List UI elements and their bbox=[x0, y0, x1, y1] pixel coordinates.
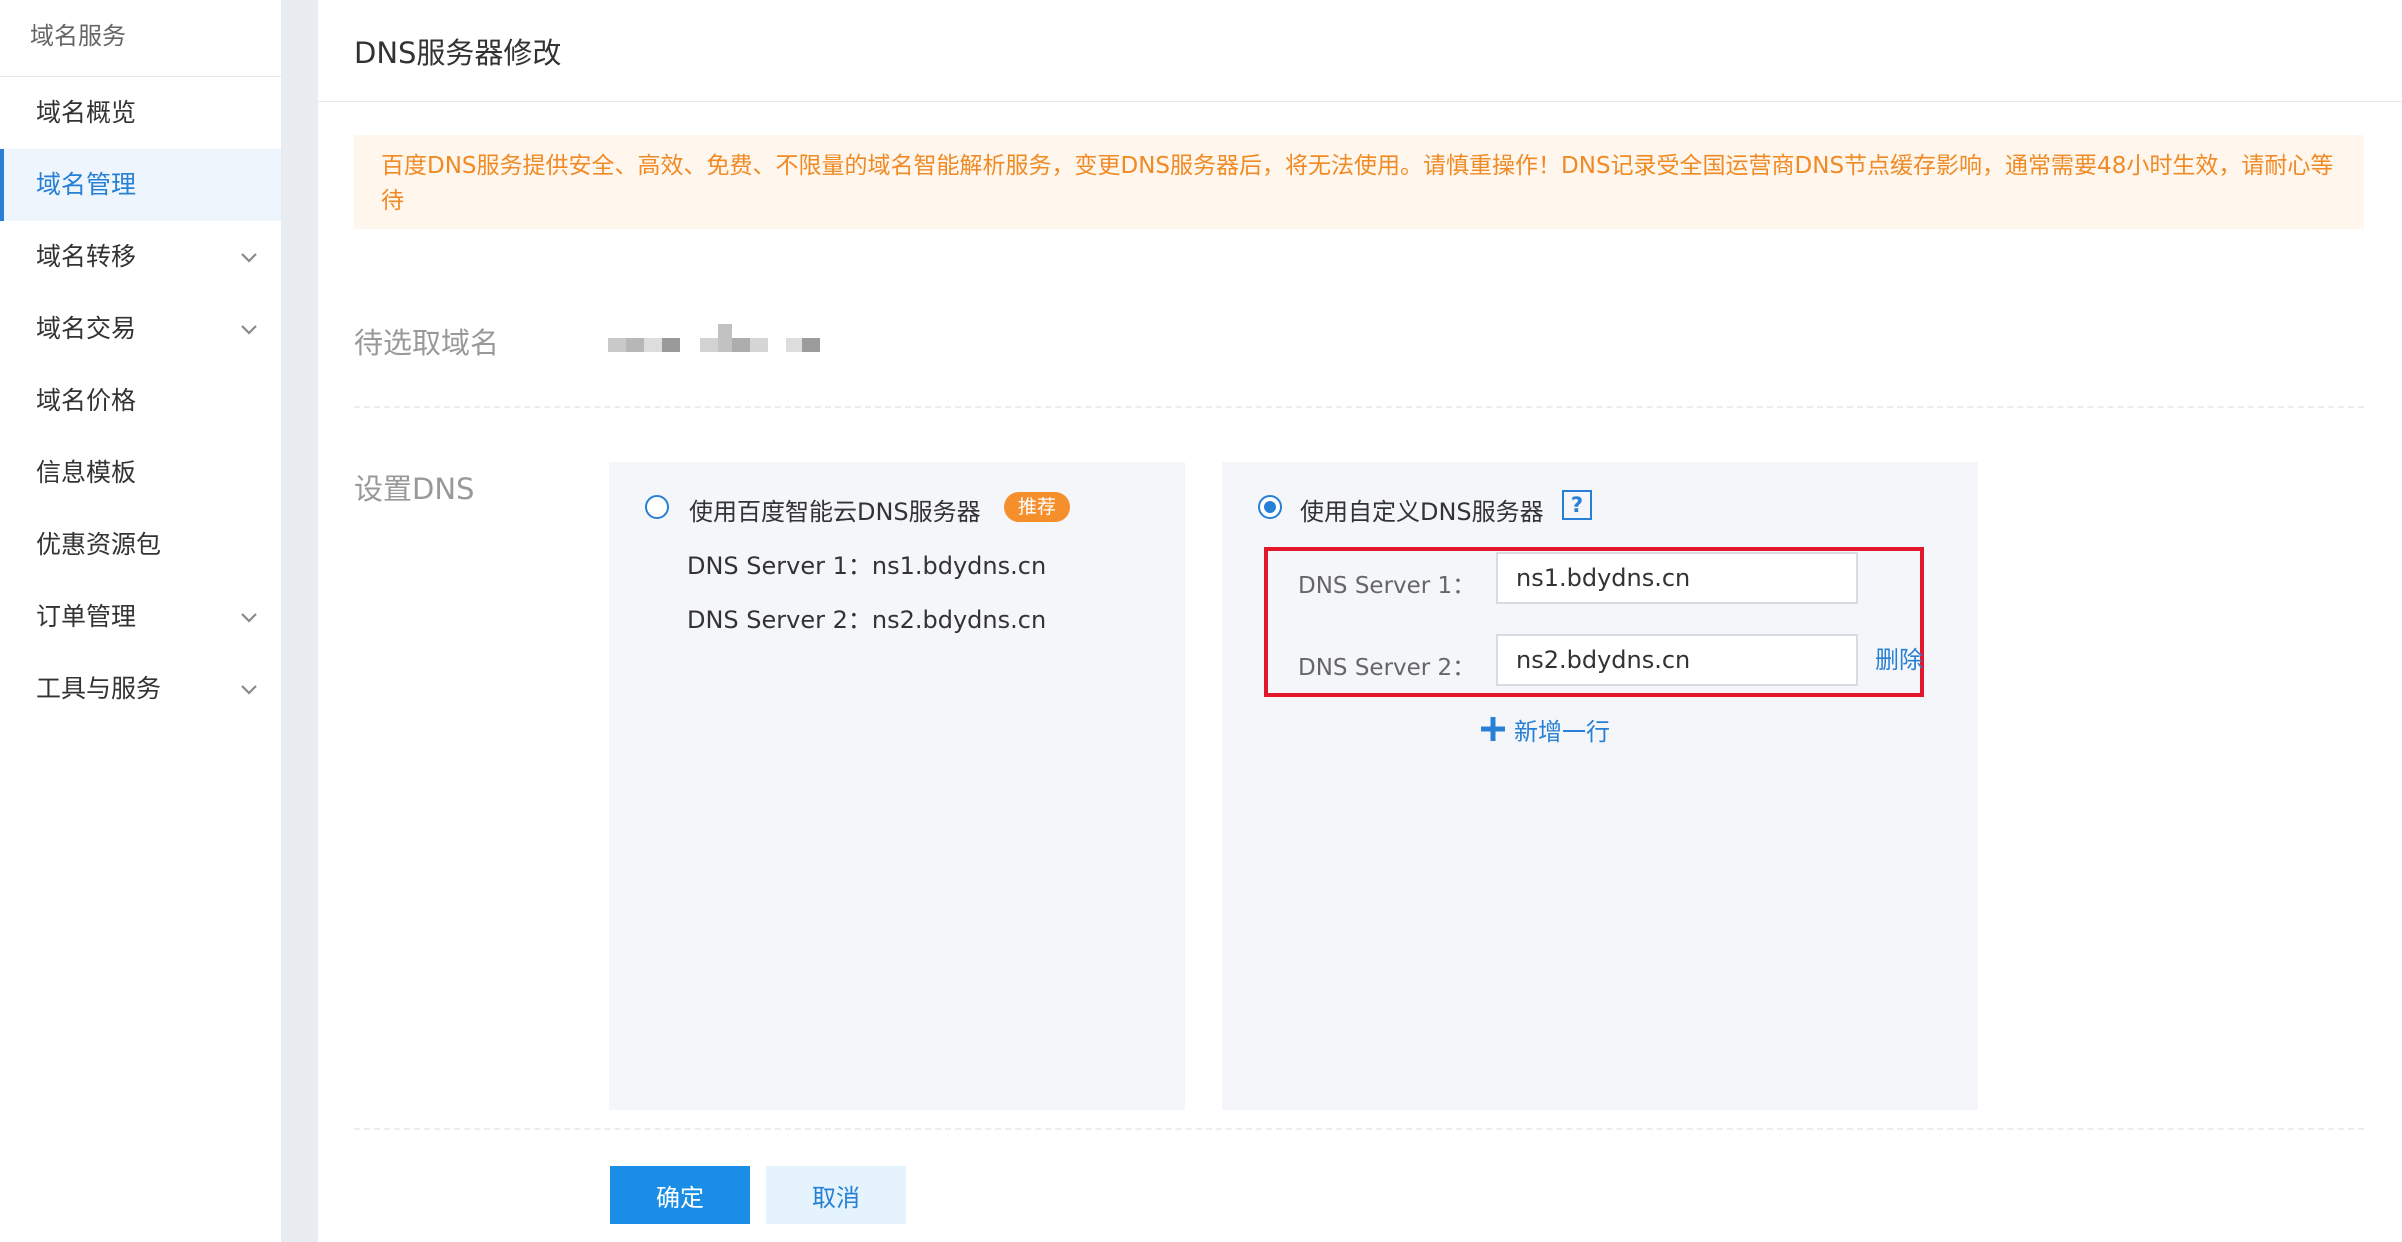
page-title: DNS服务器修改 bbox=[318, 0, 2402, 102]
confirm-button[interactable]: 确定 bbox=[610, 1166, 750, 1224]
sidebar-item-label: 域名价格 bbox=[36, 386, 137, 415]
sidebar-nav: 域名概览域名管理域名转移域名交易域名价格信息模板优惠资源包订单管理工具与服务 bbox=[0, 77, 281, 725]
sidebar-item[interactable]: 域名管理 bbox=[0, 149, 281, 221]
sidebar-item[interactable]: 工具与服务 bbox=[0, 653, 281, 725]
sidebar-item-label: 域名管理 bbox=[36, 170, 137, 199]
custom-dns-radio[interactable] bbox=[1258, 495, 1282, 519]
custom-dns-server-1-label: DNS Server 1： bbox=[1298, 573, 1476, 599]
sidebar-item[interactable]: 域名概览 bbox=[0, 77, 281, 149]
blurred-domain-name bbox=[608, 324, 820, 352]
custom-dns-option-panel: 使用自定义DNS服务器 ? DNS Server 1： DNS Server 2… bbox=[1222, 462, 1978, 1110]
sidebar: 域名服务 域名概览域名管理域名转移域名交易域名价格信息模板优惠资源包订单管理工具… bbox=[0, 0, 282, 1242]
chevron-down-icon[interactable] bbox=[237, 605, 261, 629]
baidu-dns-radio[interactable] bbox=[645, 495, 669, 519]
chevron-down-icon[interactable] bbox=[237, 677, 261, 701]
add-row-button[interactable]: 新增一行 bbox=[1480, 712, 1610, 746]
sidebar-item-label: 订单管理 bbox=[36, 602, 137, 631]
sidebar-item-label: 优惠资源包 bbox=[36, 530, 162, 559]
add-row-label: 新增一行 bbox=[1514, 717, 1610, 746]
sidebar-item-label: 域名概览 bbox=[36, 98, 137, 127]
sidebar-item-label: 信息模板 bbox=[36, 458, 137, 487]
sidebar-item[interactable]: 域名转移 bbox=[0, 221, 281, 293]
baidu-dns-option-panel: 使用百度智能云DNS服务器 推荐 DNS Server 1：ns1.bdydns… bbox=[609, 462, 1185, 1110]
sidebar-item[interactable]: 域名交易 bbox=[0, 293, 281, 365]
baidu-dns-server-2: DNS Server 2：ns2.bdydns.cn bbox=[687, 606, 1047, 634]
cancel-button[interactable]: 取消 bbox=[766, 1166, 906, 1224]
help-icon[interactable]: ? bbox=[1562, 490, 1592, 520]
divider bbox=[354, 406, 2364, 408]
layout-gutter bbox=[282, 0, 318, 1242]
recommend-badge: 推荐 bbox=[1004, 492, 1071, 522]
sidebar-item[interactable]: 优惠资源包 bbox=[0, 509, 281, 581]
domain-row-label: 待选取域名 bbox=[354, 326, 500, 360]
sidebar-item[interactable]: 域名价格 bbox=[0, 365, 281, 437]
dns-row-label: 设置DNS bbox=[354, 472, 475, 506]
sidebar-item-label: 域名转移 bbox=[36, 242, 137, 271]
sidebar-item-label: 工具与服务 bbox=[36, 674, 162, 703]
sidebar-item-label: 域名交易 bbox=[36, 314, 137, 343]
custom-dns-option-title[interactable]: 使用自定义DNS服务器 bbox=[1300, 492, 1544, 527]
plus-icon bbox=[1481, 717, 1505, 741]
delete-row-button[interactable]: 删除 bbox=[1875, 640, 1923, 675]
chevron-down-icon[interactable] bbox=[237, 245, 261, 269]
custom-dns-server-2-label: DNS Server 2： bbox=[1298, 655, 1476, 681]
baidu-dns-option-title[interactable]: 使用百度智能云DNS服务器 bbox=[689, 492, 981, 527]
warning-notice: 百度DNS服务提供安全、高效、免费、不限量的域名智能解析服务，变更DNS服务器后… bbox=[354, 135, 2364, 229]
baidu-dns-server-1: DNS Server 1：ns1.bdydns.cn bbox=[687, 552, 1047, 580]
chevron-down-icon[interactable] bbox=[237, 317, 261, 341]
sidebar-title: 域名服务 bbox=[0, 0, 281, 77]
custom-dns-server-1-input[interactable] bbox=[1496, 552, 1858, 604]
divider bbox=[354, 1128, 2364, 1130]
custom-dns-server-2-input[interactable] bbox=[1496, 634, 1858, 686]
main-panel: DNS服务器修改 百度DNS服务提供安全、高效、免费、不限量的域名智能解析服务，… bbox=[318, 0, 2402, 1242]
sidebar-item[interactable]: 订单管理 bbox=[0, 581, 281, 653]
sidebar-item[interactable]: 信息模板 bbox=[0, 437, 281, 509]
